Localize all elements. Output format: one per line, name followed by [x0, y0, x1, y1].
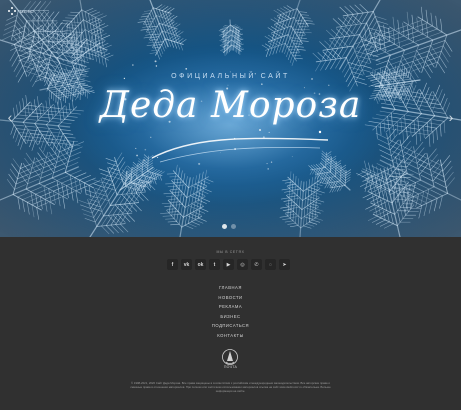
social-twitter-button[interactable]: t	[209, 259, 220, 270]
social-viber-button[interactable]: ✆	[251, 259, 262, 270]
menu-icon	[8, 7, 16, 15]
hero-slider: МЕНЮ ОФИЦИАЛЬНЫЙ САЙТ Деда Мороза ‹ ›	[0, 0, 461, 237]
social-telegram-button[interactable]: ➤	[279, 259, 290, 270]
menu-button[interactable]: МЕНЮ	[8, 7, 34, 15]
hero-logo: Деда Мороза	[99, 85, 362, 126]
whatsapp-icon: ◌	[269, 261, 272, 268]
telegram-icon: ➤	[282, 261, 287, 268]
social-youtube-button[interactable]: ▶	[223, 259, 234, 270]
viber-icon: ✆	[254, 261, 259, 268]
instagram-icon: ◎	[240, 261, 245, 268]
pochta-logo-caption: ПОЧТА	[223, 365, 238, 369]
hero-subtitle: ОФИЦИАЛЬНЫЙ САЙТ	[171, 73, 290, 80]
slider-dot-1[interactable]	[222, 224, 227, 229]
social-vkontakte-button[interactable]: vk	[181, 259, 192, 270]
social-links: f vk ok t ▶ ◎ ✆ ◌ ➤	[167, 259, 290, 270]
footer-nav-link[interactable]: ПОДПИСАТЬСЯ	[212, 323, 249, 328]
hero-logo-swash	[151, 129, 329, 163]
slider-prev-arrow[interactable]: ‹	[4, 110, 16, 124]
vkontakte-icon: vk	[183, 261, 190, 268]
slider-dot-2[interactable]	[231, 224, 236, 229]
social-odnoklassniki-button[interactable]: ok	[195, 259, 206, 270]
odnoklassniki-icon: ok	[197, 261, 204, 268]
social-whatsapp-button[interactable]: ◌	[265, 259, 276, 270]
twitter-icon: t	[213, 261, 216, 268]
slider-pagination	[222, 224, 236, 229]
footer-nav-link[interactable]: ГЛАВНАЯ	[219, 285, 242, 290]
youtube-icon: ▶	[226, 261, 231, 268]
footer-nav-link[interactable]: РЕКЛАМА	[219, 304, 242, 309]
facebook-icon: f	[171, 261, 174, 268]
footer-nav: ГЛАВНАЯ НОВОСТИ РЕКЛАМА БИЗНЕС ПОДПИСАТЬСЯ КО…	[0, 285, 461, 338]
menu-label: МЕНЮ	[20, 8, 34, 14]
copyright-text: © 1998-2021, 2020 Сайт Деда Мороза. Все …	[130, 381, 331, 393]
social-facebook-button[interactable]: f	[167, 259, 178, 270]
footer: МЫ В СЕТЯХ f vk ok t ▶ ◎ ✆ ◌ ➤ ГЛАВНАЯ НОВОСТИ РЕК…	[0, 237, 461, 410]
footer-nav-link[interactable]: БИЗНЕС	[220, 314, 240, 319]
social-instagram-button[interactable]: ◎	[237, 259, 248, 270]
footer-nav-link[interactable]: НОВОСТИ	[218, 295, 242, 300]
social-title: МЫ В СЕТЯХ	[216, 250, 245, 254]
footer-nav-link[interactable]: КОНТАКТЫ	[217, 333, 244, 338]
slider-next-arrow[interactable]: ›	[445, 110, 457, 124]
